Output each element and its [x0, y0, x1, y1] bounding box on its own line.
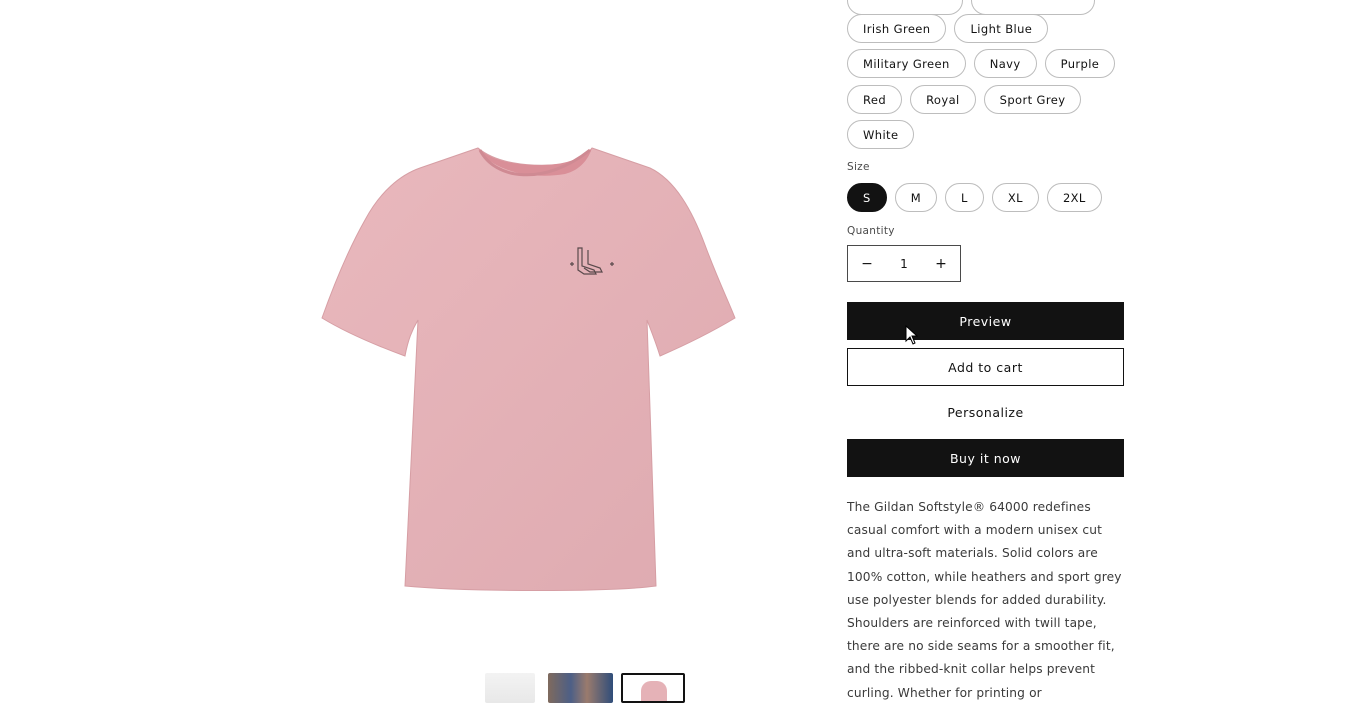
size-options: S M L XL 2XL	[847, 183, 1102, 212]
thumbnail-3-selected[interactable]	[621, 673, 685, 703]
color-option[interactable]: Navy	[973, 49, 1037, 78]
color-row-3: Red Royal Sport Grey	[847, 85, 1082, 114]
mouse-cursor-icon	[905, 325, 919, 345]
product-media	[230, 0, 830, 703]
color-row-2: Military Green Navy Purple	[847, 49, 1116, 78]
quantity-input[interactable]: 1	[886, 257, 922, 271]
add-to-cart-button[interactable]: Add to cart	[847, 348, 1124, 386]
color-option[interactable]: White	[847, 120, 915, 149]
size-option[interactable]: XL	[991, 183, 1039, 212]
size-option[interactable]: M	[894, 183, 938, 212]
color-option[interactable]: Royal	[910, 85, 976, 114]
color-option[interactable]: Light Blue	[954, 14, 1049, 43]
quantity-increase-button[interactable]: +	[922, 256, 960, 272]
color-option-hidden[interactable]	[971, 0, 1095, 15]
color-option-hidden[interactable]	[847, 0, 963, 15]
thumbnail-1[interactable]	[485, 673, 535, 703]
preview-button[interactable]: Preview	[847, 302, 1124, 340]
quantity-decrease-button[interactable]: −	[848, 256, 886, 272]
color-option[interactable]: Red	[847, 85, 903, 114]
personalize-button[interactable]: Personalize	[847, 393, 1124, 431]
product-description: The Gildan Softstyle® 64000 redefines ca…	[847, 500, 1122, 700]
buy-now-button[interactable]: Buy it now	[847, 439, 1124, 477]
product-image-tshirt[interactable]	[320, 140, 740, 600]
quantity-label: Quantity	[847, 225, 895, 237]
size-option[interactable]: 2XL	[1046, 183, 1102, 212]
color-option[interactable]: Military Green	[847, 49, 966, 78]
size-label: Size	[847, 161, 870, 173]
size-option[interactable]: L	[945, 183, 984, 212]
thumbnail-2[interactable]	[548, 673, 613, 703]
color-option[interactable]: Purple	[1044, 49, 1116, 78]
color-option[interactable]: Irish Green	[847, 14, 947, 43]
quantity-stepper: − 1 +	[847, 245, 961, 282]
color-option[interactable]: Sport Grey	[983, 85, 1082, 114]
color-row-1: Irish Green Light Blue	[847, 14, 1049, 43]
size-option-selected[interactable]: S	[847, 183, 887, 212]
color-row-4: White	[847, 120, 915, 149]
color-row-partial	[847, 0, 1095, 15]
